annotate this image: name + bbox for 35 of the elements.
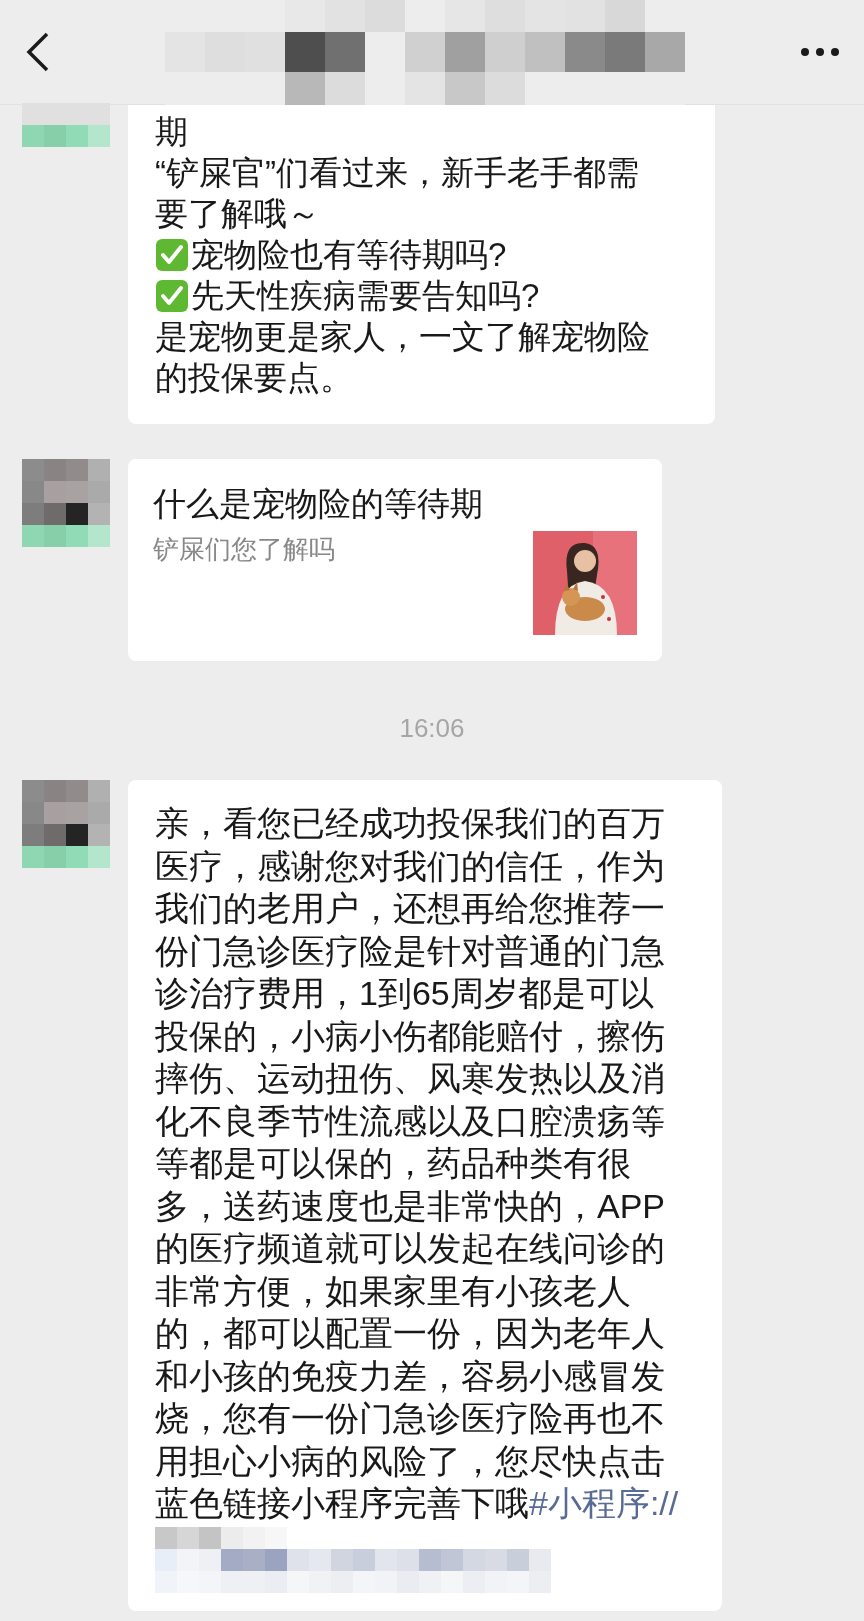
message-text: 是宠物更是家人，一文了解宠物险 [155,317,651,357]
message-text: 份门急诊医疗险是针对普通的门急 [155,930,666,972]
link-card[interactable]: 什么是宠物险的等待期 铲屎们您了解吗 [128,459,662,661]
back-icon[interactable] [26,32,50,72]
card-title: 什么是宠物险的等待期 [153,484,484,524]
message-text: 先天性疾病需要告知吗? [191,276,540,316]
message-text: 要了解哦～ [155,194,321,234]
message-text: 亲，看您已经成功投保我们的百万 [155,803,666,844]
checkmark-icon [155,237,189,272]
message-text: “铲屎官”们看过来，新手老手都需 [155,153,640,193]
pixelated-avatar[interactable] [22,459,110,547]
message-text: 用担心小病的风险了，您尽快点击 [155,1440,666,1482]
message-text: 蓝色链接小程序完善下哦#小程序:// [155,1482,695,1525]
message-text: 非常方便，如果家里有小孩老人 [155,1270,632,1312]
message-text: 化不良季节性流感以及口腔溃疡等 [155,1100,666,1142]
message-text: 摔伤、运动扭伤、风寒发热以及消 [155,1058,666,1099]
pixelated-avatar[interactable] [22,780,110,868]
checkmark-icon [155,278,189,313]
message-text: 等都是可以保的，药品种类有很 [155,1143,632,1184]
message-text: 期 [155,112,189,152]
card-description: 铲屎们您了解吗 [153,533,336,566]
message-text: 多，送药速度也是非常快的，APP [155,1185,667,1227]
mini-program-link[interactable]: #小程序:// [529,1482,679,1525]
timestamp: 16:06 [399,713,465,744]
message-text: 我们的老用户，还想再给您推荐一 [155,888,666,929]
message-text: 和小孩的免疫力差，容易小感冒发 [155,1355,666,1397]
message-text: 诊治疗费用，1到65周岁都是可以 [155,973,655,1014]
message-text: 的投保要点。 [155,358,354,398]
message-text: 烧，您有一份门急诊医疗险再也不 [155,1398,666,1439]
message-text: 的，都可以配置一份，因为老年人 [155,1313,666,1354]
message-text: 的医疗频道就可以发起在线问诊的 [155,1228,666,1269]
message-text: 宠物险也有等待期吗? [191,235,507,275]
message-text: 投保的，小病小伤都能赔付，擦伤 [155,1015,666,1057]
more-icon[interactable] [800,47,840,57]
message-text: 医疗，感谢您对我们的信任，作为 [155,845,666,887]
